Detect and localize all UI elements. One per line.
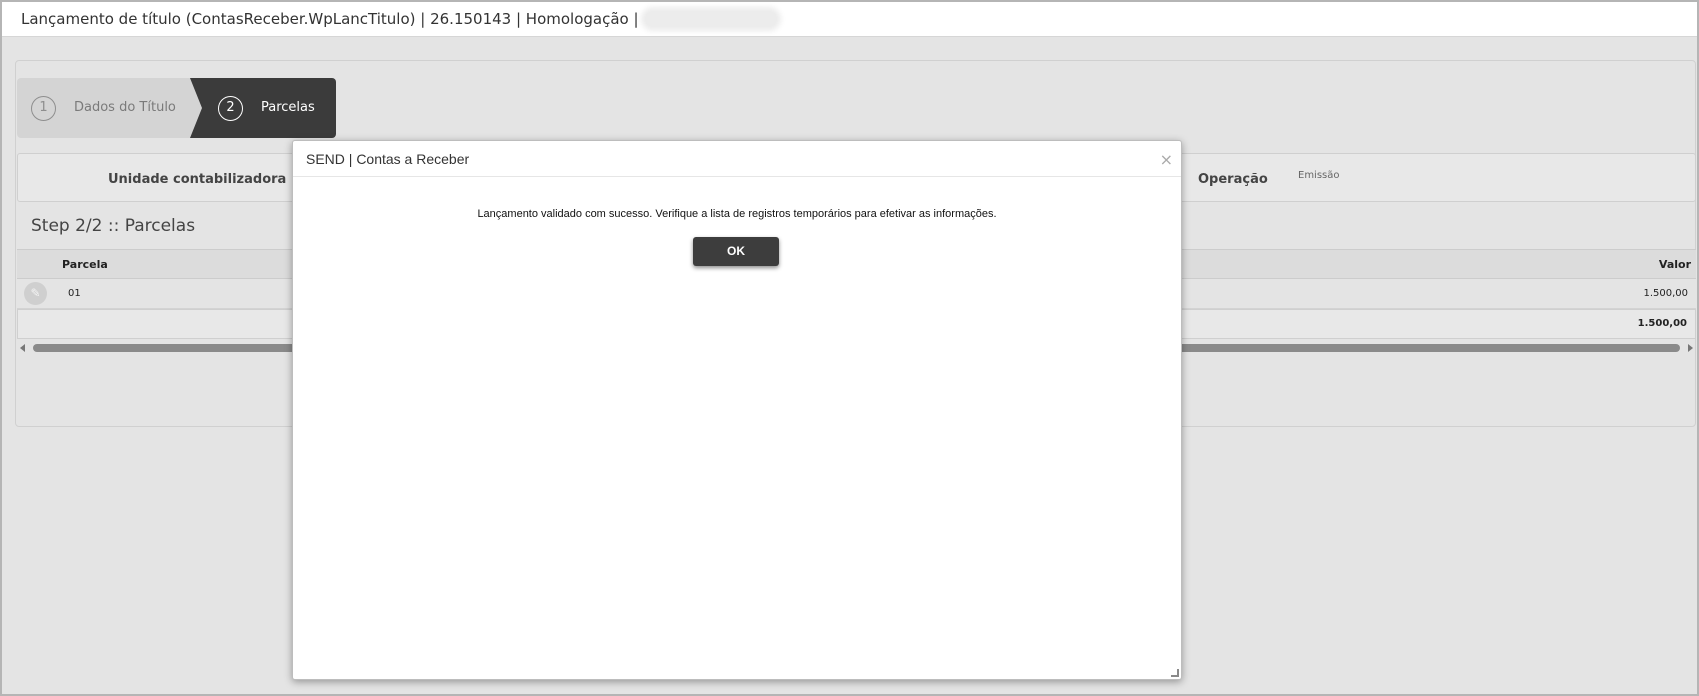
resize-handle-icon[interactable] <box>1171 669 1179 677</box>
dialog-header: SEND | Contas a Receber × <box>293 141 1181 177</box>
dialog-message: Lançamento validado com sucesso. Verifiq… <box>477 208 997 220</box>
ok-button[interactable]: OK <box>693 237 779 266</box>
close-icon[interactable]: × <box>1160 152 1173 168</box>
dialog-title: SEND | Contas a Receber <box>306 151 470 167</box>
message-dialog: SEND | Contas a Receber × Lançamento val… <box>292 140 1182 680</box>
